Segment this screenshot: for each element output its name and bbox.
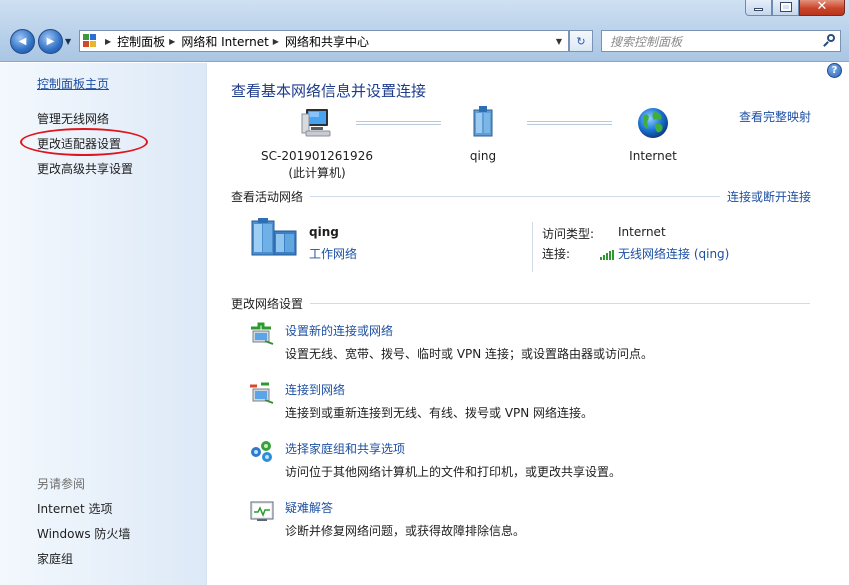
connections-label: 连接: bbox=[542, 247, 571, 261]
connect-to-network-link[interactable]: 连接到网络 bbox=[285, 381, 345, 398]
map-node-label: qing bbox=[469, 149, 497, 163]
control-panel-home-link[interactable]: 控制面板主页 bbox=[37, 75, 109, 92]
computer-icon bbox=[300, 106, 334, 140]
search-placeholder: 搜索控制面板 bbox=[610, 34, 683, 49]
refresh-icon: ↻ bbox=[576, 34, 586, 48]
signal-strength-icon bbox=[600, 250, 614, 260]
map-connector bbox=[527, 121, 612, 125]
new-connection-icon bbox=[249, 322, 275, 346]
full-map-link[interactable]: 查看完整映射 bbox=[739, 108, 811, 125]
active-networks-heading: 查看活动网络 bbox=[231, 190, 304, 204]
help-button[interactable]: ? bbox=[827, 63, 842, 78]
arrow-left-icon: ◀ bbox=[18, 36, 27, 47]
connect-network-icon bbox=[249, 381, 275, 405]
connect-disconnect-link[interactable]: 连接或断开连接 bbox=[727, 188, 811, 205]
breadcrumb-label: 网络和共享中心 bbox=[284, 34, 369, 49]
network-name: qing bbox=[309, 225, 339, 239]
network-icon bbox=[471, 106, 495, 140]
chevron-right-icon[interactable]: ▶ bbox=[273, 37, 279, 46]
section-divider bbox=[310, 303, 810, 304]
sidebar-item-advanced-sharing[interactable]: 更改高级共享设置 bbox=[37, 160, 133, 177]
chevron-right-icon[interactable]: ▶ bbox=[169, 37, 175, 46]
map-node-label: SC-201901261926 bbox=[261, 149, 373, 163]
map-node-label: Internet bbox=[629, 149, 677, 163]
sidebar-item-manage-wireless[interactable]: 管理无线网络 bbox=[37, 110, 109, 127]
map-node-network[interactable]: qing bbox=[438, 106, 528, 165]
address-dropdown-icon[interactable]: ▼ bbox=[556, 37, 562, 46]
red-annotation-ellipse bbox=[20, 128, 148, 156]
search-input[interactable]: 搜索控制面板 bbox=[601, 30, 841, 52]
close-button[interactable]: ✕ bbox=[799, 0, 845, 16]
see-also-windows-firewall[interactable]: Windows 防火墙 bbox=[37, 525, 130, 542]
see-also-internet-options[interactable]: Internet 选项 bbox=[37, 500, 112, 517]
see-also-homegroup[interactable]: 家庭组 bbox=[37, 550, 73, 567]
see-also-heading: 另请参阅 bbox=[37, 477, 86, 491]
homegroup-sharing-link[interactable]: 选择家庭组和共享选项 bbox=[285, 440, 405, 457]
task-description: 连接到或重新连接到无线、有线、拨号或 VPN 网络连接。 bbox=[285, 406, 594, 420]
map-node-sublabel: (此计算机) bbox=[288, 166, 346, 180]
task-description: 设置无线、宽带、拨号、临时或 VPN 连接；或设置路由器或访问点。 bbox=[285, 347, 654, 361]
troubleshoot-link[interactable]: 疑难解答 bbox=[285, 499, 333, 516]
control-panel-icon bbox=[83, 33, 101, 49]
breadcrumb-label: 网络和 Internet bbox=[181, 34, 269, 49]
address-bar[interactable]: ▶ 控制面板 ▶ 网络和 Internet ▶ 网络和共享中心 ▼ bbox=[79, 30, 569, 52]
refresh-button[interactable]: ↻ bbox=[569, 30, 593, 52]
section-divider bbox=[310, 196, 720, 197]
troubleshoot-icon bbox=[249, 499, 275, 523]
task-pane: 控制面板主页 管理无线网络 更改适配器设置 更改高级共享设置 另请参阅 Inte… bbox=[0, 63, 207, 585]
access-type-label: 访问类型: bbox=[542, 227, 595, 241]
task-description: 诊断并修复网络问题，或获得故障排除信息。 bbox=[285, 524, 526, 538]
window-chrome: ✕ ◀ ▶ ▼ ▶ 控制面板 ▶ 网络和 Internet ▶ 网络和共享中心 … bbox=[0, 0, 849, 62]
window-controls: ✕ bbox=[745, 0, 845, 16]
search-icon[interactable] bbox=[823, 34, 835, 48]
globe-icon bbox=[636, 106, 670, 140]
access-type-value: Internet bbox=[618, 225, 666, 239]
wireless-connection-link[interactable]: 无线网络连接 (qing) bbox=[618, 245, 729, 262]
help-icon: ? bbox=[831, 65, 838, 76]
back-button[interactable]: ◀ bbox=[10, 29, 35, 54]
breadcrumb-network-sharing-center[interactable]: 网络和共享中心 bbox=[285, 33, 369, 50]
recent-pages-dropdown[interactable]: ▼ bbox=[65, 37, 71, 46]
page-title: 查看基本网络信息并设置连接 bbox=[231, 82, 427, 100]
breadcrumb-control-panel[interactable]: 控制面板 bbox=[117, 33, 165, 50]
map-node-computer[interactable]: SC-201901261926 (此计算机) bbox=[252, 106, 382, 182]
breadcrumb-label: 控制面板 bbox=[117, 34, 166, 49]
arrow-right-icon: ▶ bbox=[46, 36, 55, 47]
map-node-internet[interactable]: Internet bbox=[610, 106, 696, 165]
change-settings-heading: 更改网络设置 bbox=[231, 297, 304, 311]
task-description: 访问位于其他网络计算机上的文件和打印机，或更改共享设置。 bbox=[285, 465, 622, 479]
vertical-divider bbox=[532, 222, 533, 272]
minimize-button[interactable] bbox=[745, 0, 772, 16]
maximize-button[interactable] bbox=[772, 0, 799, 16]
work-network-icon[interactable] bbox=[250, 218, 300, 258]
setup-connection-link[interactable]: 设置新的连接或网络 bbox=[285, 322, 393, 339]
chevron-right-icon: ▶ bbox=[105, 36, 112, 46]
breadcrumb-network-internet[interactable]: 网络和 Internet bbox=[181, 33, 268, 50]
close-icon: ✕ bbox=[816, 0, 828, 14]
forward-button[interactable]: ▶ bbox=[38, 29, 63, 54]
maximize-icon bbox=[779, 1, 792, 12]
homegroup-icon bbox=[249, 440, 275, 464]
network-type-link[interactable]: 工作网络 bbox=[309, 245, 357, 262]
minimize-icon bbox=[754, 7, 763, 11]
map-connector bbox=[356, 121, 441, 125]
